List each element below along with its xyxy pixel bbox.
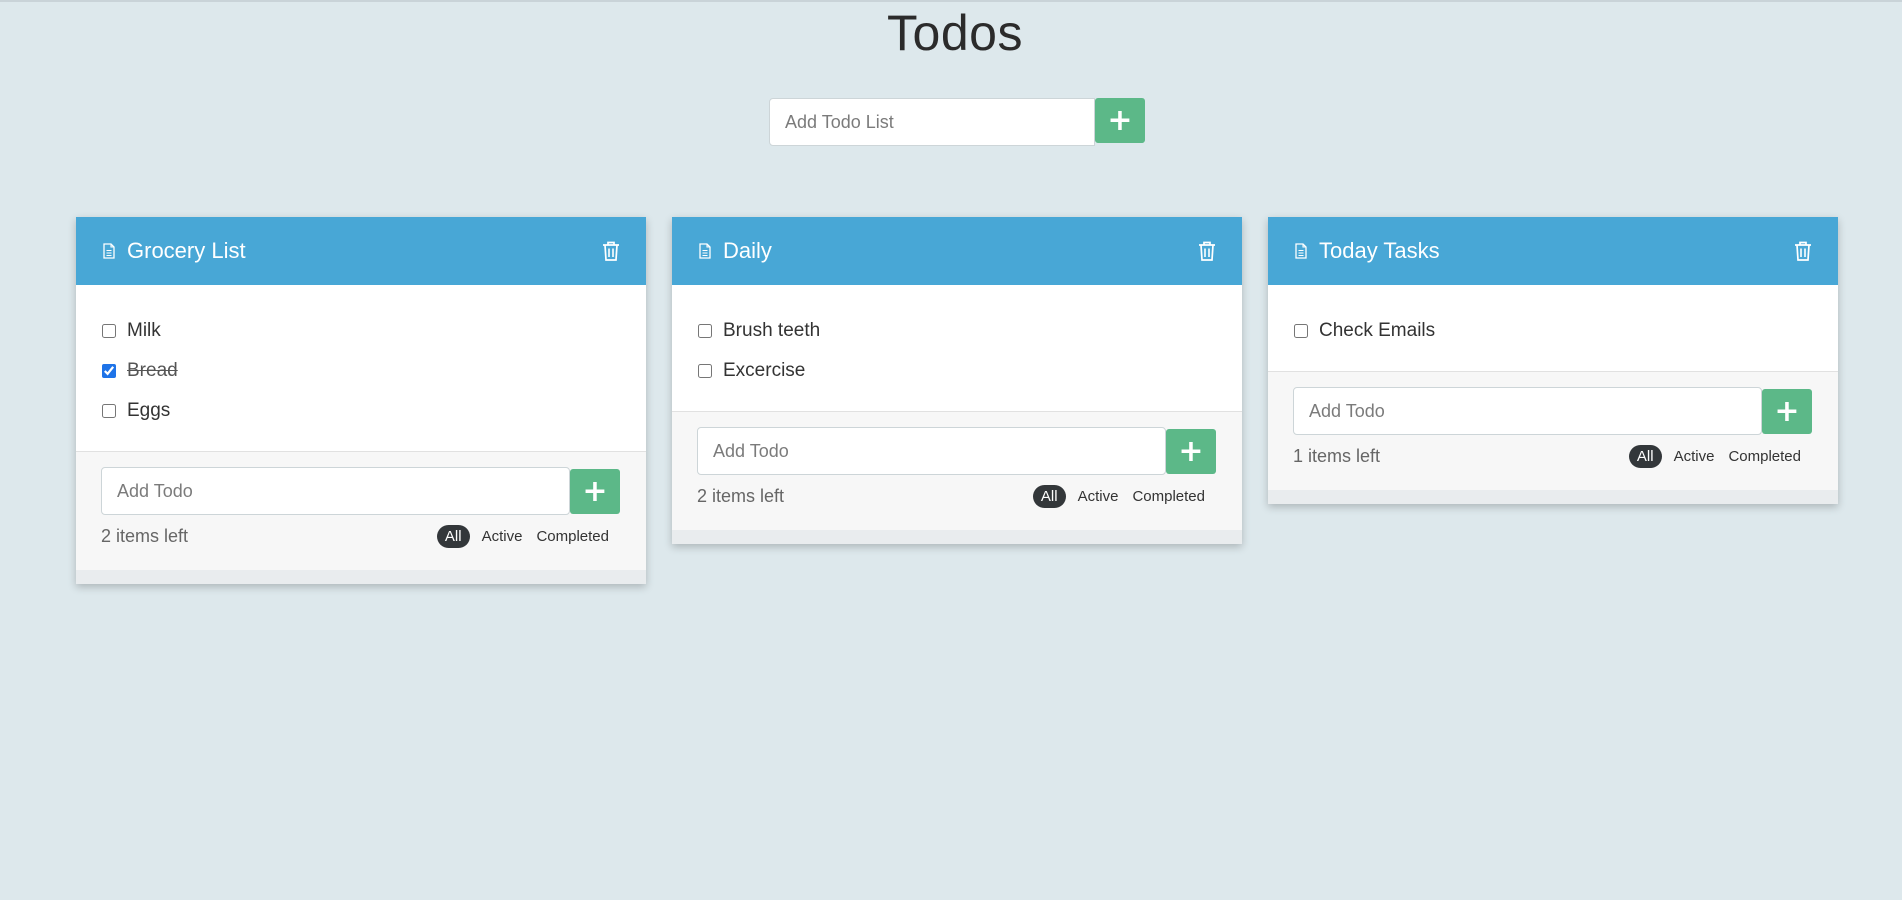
todo-item[interactable]: Excercise bbox=[697, 351, 1217, 391]
file-text-icon bbox=[699, 243, 711, 259]
card-footer: + 1 items left All Active Completed bbox=[1268, 371, 1838, 490]
add-todo-button[interactable]: + bbox=[1166, 428, 1216, 474]
todo-item[interactable]: Check Emails bbox=[1293, 311, 1813, 351]
add-todo-input[interactable] bbox=[697, 427, 1166, 475]
filter-group: All Active Completed bbox=[436, 525, 611, 548]
add-todo-button[interactable]: + bbox=[1762, 388, 1812, 434]
todo-checkbox[interactable] bbox=[102, 324, 116, 338]
todo-items: Brush teeth Excercise bbox=[672, 285, 1242, 411]
list-title: Daily bbox=[723, 238, 772, 263]
add-list-button[interactable]: + bbox=[1095, 98, 1145, 143]
page-title: Todos bbox=[887, 5, 1023, 61]
card-footer: + 2 items left All Active Completed bbox=[76, 451, 646, 570]
filter-all[interactable]: All bbox=[1032, 485, 1066, 508]
items-left-count: 2 items left bbox=[697, 486, 785, 506]
todo-text: Eggs bbox=[127, 400, 171, 421]
filter-group: All Active Completed bbox=[1032, 485, 1207, 508]
todo-item[interactable]: Milk bbox=[101, 311, 621, 351]
todo-checkbox[interactable] bbox=[698, 324, 712, 338]
add-todo-input[interactable] bbox=[101, 467, 570, 515]
todo-checkbox[interactable] bbox=[102, 364, 116, 378]
todo-text: Bread bbox=[127, 360, 178, 381]
todo-items: Check Emails bbox=[1268, 285, 1838, 371]
card-header: Grocery List bbox=[76, 217, 646, 285]
file-text-icon bbox=[103, 243, 115, 259]
todo-item[interactable]: Eggs bbox=[101, 391, 621, 431]
filter-all[interactable]: All bbox=[1628, 445, 1662, 468]
file-text-icon bbox=[1295, 243, 1307, 259]
add-todo-input[interactable] bbox=[1293, 387, 1762, 435]
filter-all[interactable]: All bbox=[436, 525, 470, 548]
card-bottom bbox=[672, 530, 1242, 544]
todo-text: Excercise bbox=[723, 360, 806, 381]
card-bottom bbox=[76, 570, 646, 584]
todo-items: Milk Bread Eggs bbox=[76, 285, 646, 451]
items-left-count: 2 items left bbox=[101, 526, 189, 546]
todo-item[interactable]: Bread bbox=[101, 351, 621, 391]
filter-completed[interactable]: Completed bbox=[1726, 445, 1803, 468]
list-title: Today Tasks bbox=[1319, 238, 1440, 263]
new-list-input[interactable] bbox=[769, 98, 1095, 146]
card-header: Daily bbox=[672, 217, 1242, 285]
trash-icon[interactable] bbox=[1793, 240, 1813, 262]
card-header: Today Tasks bbox=[1268, 217, 1838, 285]
filter-active[interactable]: Active bbox=[1076, 485, 1121, 508]
todo-text: Milk bbox=[127, 320, 161, 341]
items-left-count: 1 items left bbox=[1293, 446, 1381, 466]
filter-active[interactable]: Active bbox=[1672, 445, 1717, 468]
todo-text: Check Emails bbox=[1319, 320, 1436, 341]
todo-list-card: Today Tasks Check Emails + 1 items left … bbox=[1268, 217, 1838, 504]
todo-checkbox[interactable] bbox=[1294, 324, 1308, 338]
todo-item[interactable]: Brush teeth bbox=[697, 311, 1217, 351]
todo-checkbox[interactable] bbox=[102, 404, 116, 418]
todo-list-card: Grocery List Milk Bread Eggs + 2 items l… bbox=[76, 217, 646, 584]
todo-checkbox[interactable] bbox=[698, 364, 712, 378]
todo-list-card: Daily Brush teeth Excercise + 2 items le… bbox=[672, 217, 1242, 544]
filter-active[interactable]: Active bbox=[480, 525, 525, 548]
top-border bbox=[0, 0, 1902, 2]
list-title: Grocery List bbox=[127, 238, 246, 263]
filter-completed[interactable]: Completed bbox=[1130, 485, 1207, 508]
trash-icon[interactable] bbox=[1197, 240, 1217, 262]
add-todo-button[interactable]: + bbox=[570, 468, 620, 514]
trash-icon[interactable] bbox=[601, 240, 621, 262]
filter-completed[interactable]: Completed bbox=[534, 525, 611, 548]
filter-group: All Active Completed bbox=[1628, 445, 1803, 468]
card-footer: + 2 items left All Active Completed bbox=[672, 411, 1242, 530]
card-bottom bbox=[1268, 490, 1838, 504]
todo-text: Brush teeth bbox=[723, 320, 821, 341]
new-list-form: + bbox=[769, 98, 1145, 146]
